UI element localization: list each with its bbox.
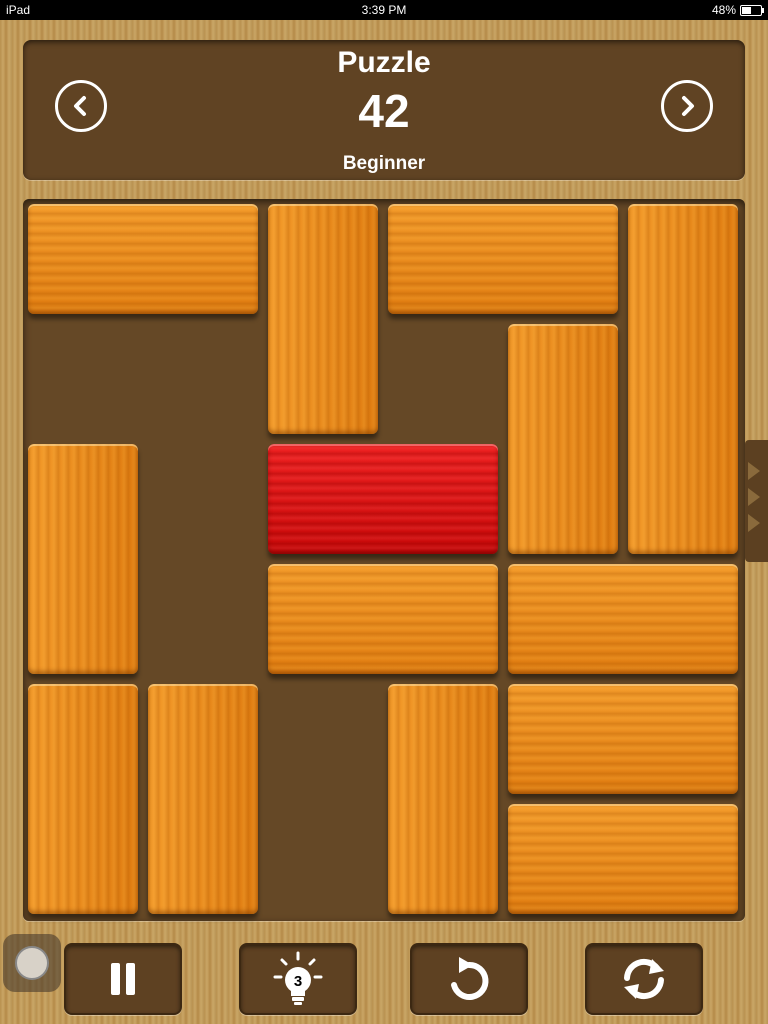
lightbulb-icon: 3 <box>270 951 326 1007</box>
vertical-wood-block[interactable] <box>28 444 138 674</box>
horizontal-wood-block[interactable] <box>508 564 738 674</box>
target-block[interactable] <box>268 444 498 554</box>
puzzle-number: 42 <box>358 85 410 137</box>
exit-arrow-icon <box>748 514 760 532</box>
exit-slot <box>745 440 768 562</box>
vertical-wood-block[interactable] <box>388 684 498 914</box>
vertical-wood-block[interactable] <box>268 204 378 434</box>
chevron-right-icon <box>682 96 694 116</box>
horizontal-wood-block[interactable] <box>28 204 258 314</box>
difficulty-level: Beginner <box>342 153 426 174</box>
battery-percent: 48% <box>711 3 736 17</box>
hint-count: 3 <box>293 973 303 990</box>
vertical-wood-block[interactable] <box>628 204 738 554</box>
horizontal-wood-block[interactable] <box>508 804 738 914</box>
previous-puzzle-button[interactable] <box>55 80 107 132</box>
battery-fill <box>742 6 751 14</box>
restart-button[interactable] <box>585 943 703 1015</box>
vertical-wood-block[interactable] <box>28 684 138 914</box>
horizontal-wood-block[interactable] <box>268 564 498 674</box>
puzzle-title: Puzzle <box>337 46 431 79</box>
battery-indicator: 48% <box>711 0 764 20</box>
hint-button[interactable]: 3 <box>239 943 357 1015</box>
battery-icon <box>740 4 764 16</box>
puzzle-board <box>23 199 745 921</box>
status-bar: iPad 3:39 PM 48% <box>0 0 768 20</box>
vertical-wood-block[interactable] <box>148 684 258 914</box>
pause-icon <box>111 963 135 995</box>
undo-button[interactable] <box>410 943 528 1015</box>
assistive-touch-button[interactable] <box>3 934 61 992</box>
horizontal-wood-block[interactable] <box>508 684 738 794</box>
next-puzzle-button[interactable] <box>661 80 713 132</box>
clock: 3:39 PM <box>361 3 407 17</box>
pause-button[interactable] <box>64 943 182 1015</box>
chevron-left-icon <box>74 96 86 116</box>
assistive-touch-icon <box>15 946 49 980</box>
exit-arrow-icon <box>748 488 760 506</box>
restart-icon <box>624 958 664 1000</box>
horizontal-wood-block[interactable] <box>388 204 618 314</box>
exit-arrow-icon <box>748 462 760 480</box>
vertical-wood-block[interactable] <box>508 324 618 554</box>
puzzle-header: Puzzle 42 Beginner <box>23 40 745 180</box>
undo-icon <box>451 957 489 1000</box>
